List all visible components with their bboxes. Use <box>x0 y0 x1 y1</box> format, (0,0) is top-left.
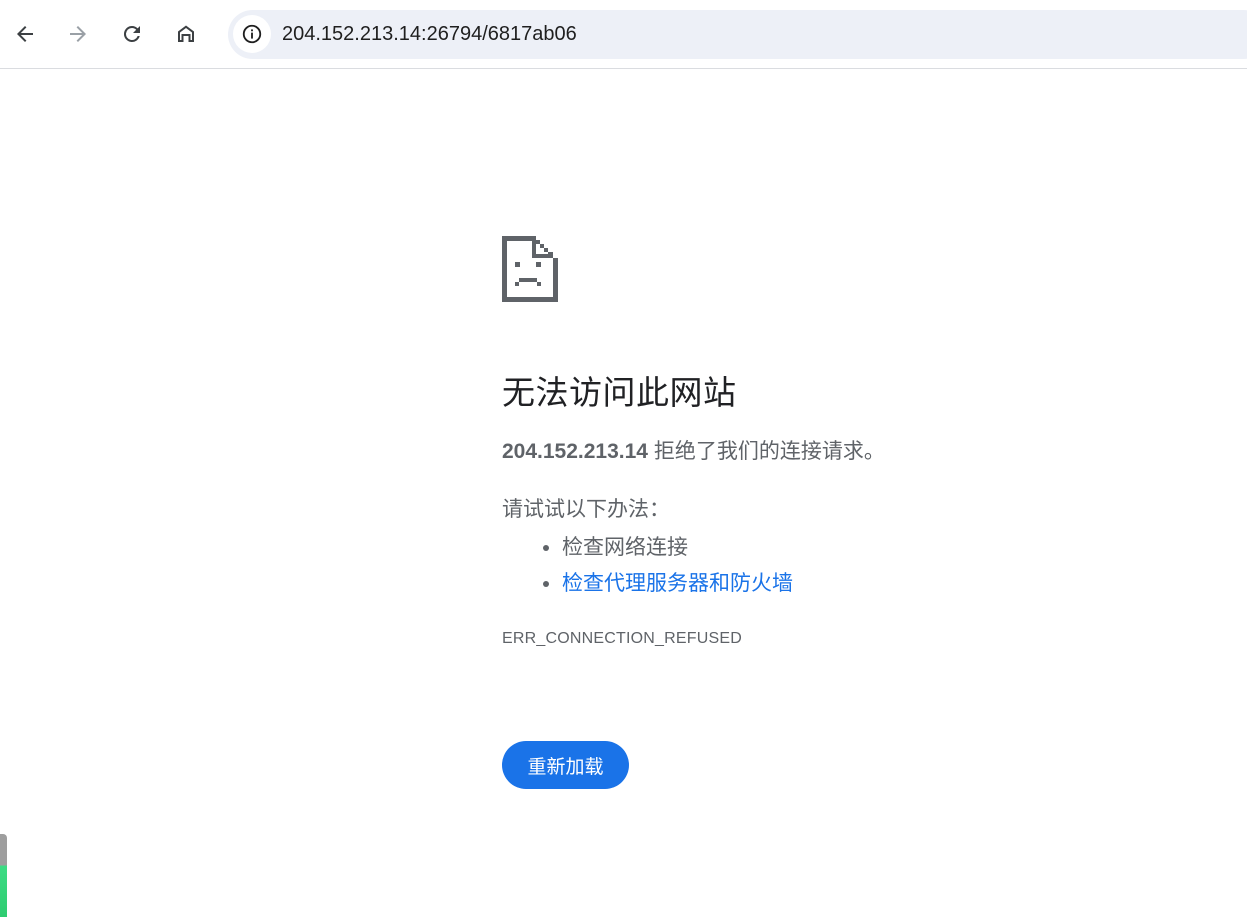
home-icon <box>178 25 194 42</box>
forward-button[interactable] <box>58 14 98 54</box>
arrow-left-icon <box>17 26 33 42</box>
reload-button[interactable]: 重新加载 <box>502 741 629 789</box>
suggestion-check-proxy-link[interactable]: 检查代理服务器和防火墙 <box>562 572 793 595</box>
reload-toolbar-button[interactable] <box>112 14 152 54</box>
suggestion-check-network: 检查网络连接 <box>562 536 688 559</box>
sad-document-icon <box>502 236 558 302</box>
url-text[interactable]: 204.152.213.14:26794/6817ab06 <box>282 22 577 46</box>
suggestions-title: 请试试以下办法： <box>502 498 670 521</box>
browser-toolbar: 204.152.213.14:26794/6817ab06 <box>0 0 1247 69</box>
info-circle-icon <box>242 24 262 44</box>
error-host: 204.152.213.14 <box>502 440 648 463</box>
suggestion-item: 检查网络连接 <box>562 530 1122 566</box>
site-info-button[interactable] <box>233 15 271 53</box>
error-summary: 204.152.213.14 拒绝了我们的连接请求。 <box>502 438 1122 466</box>
refresh-icon <box>123 25 140 42</box>
error-summary-text: 拒绝了我们的连接请求。 <box>647 440 885 463</box>
error-content: 无法访问此网站 204.152.213.14 拒绝了我们的连接请求。 请试试以下… <box>502 236 1122 648</box>
home-button[interactable] <box>166 14 206 54</box>
error-code: ERR_CONNECTION_REFUSED <box>502 630 742 647</box>
suggestion-item: 检查代理服务器和防火墙 <box>562 566 1122 602</box>
suggestions-list: 检查网络连接 检查代理服务器和防火墙 <box>502 530 1122 602</box>
back-button[interactable] <box>5 14 45 54</box>
edge-tab-handle[interactable] <box>0 834 7 917</box>
error-title: 无法访问此网站 <box>502 374 737 411</box>
address-bar[interactable]: 204.152.213.14:26794/6817ab06 <box>228 10 1247 59</box>
arrow-right-icon <box>70 26 86 42</box>
